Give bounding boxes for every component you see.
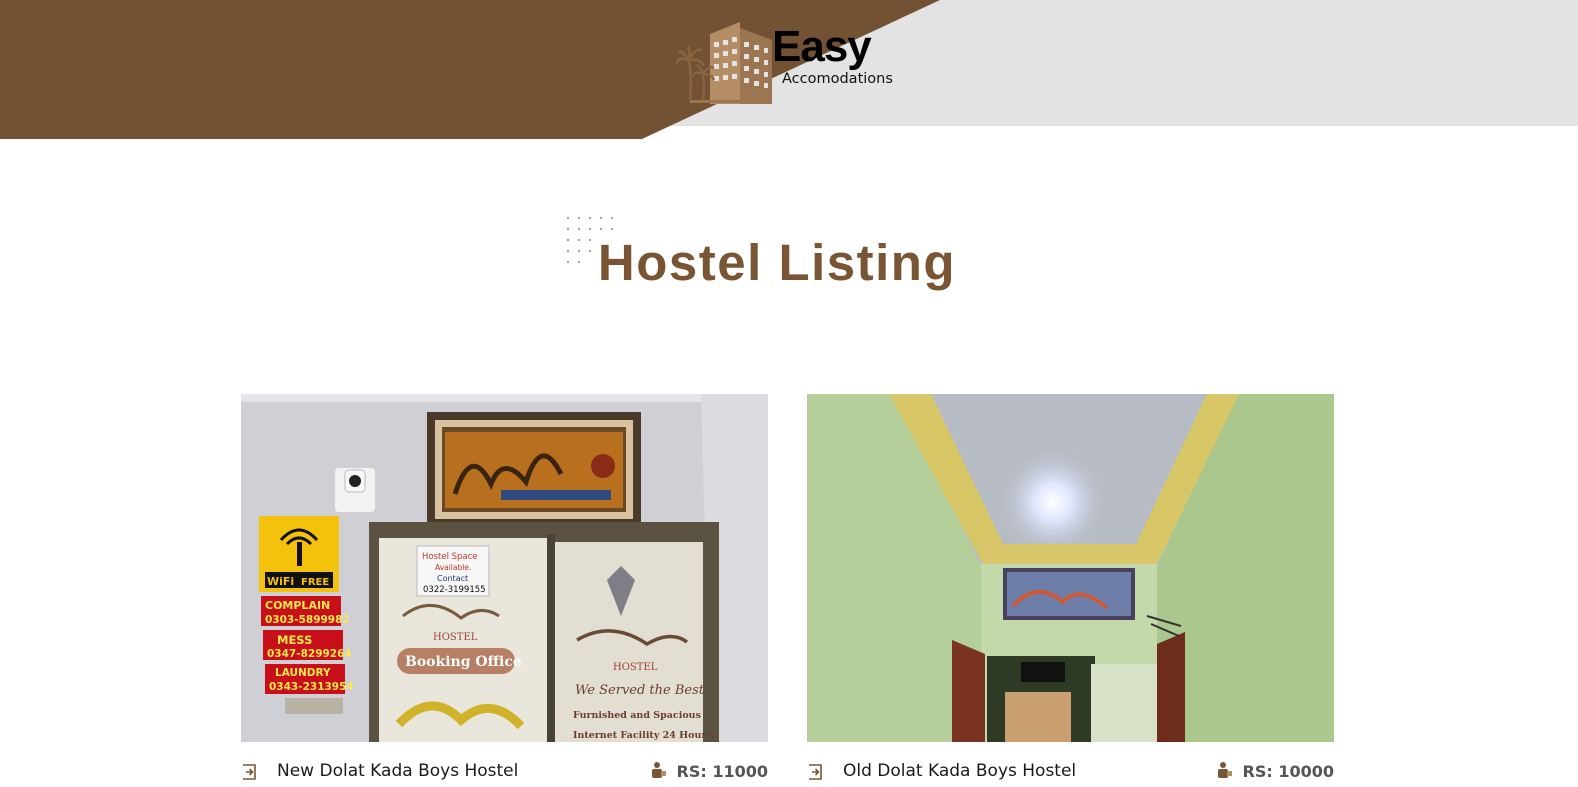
price-tag-icon: [1218, 762, 1232, 778]
wifi-free-text: FREE: [301, 577, 329, 588]
laundry-sign-phone: 0343-2313954: [269, 681, 354, 693]
complain-sign-phone: 0303-5899982: [265, 614, 350, 626]
listing-photo[interactable]: WiFi FREE COMPLAIN 0303-5899982 MESS 034…: [241, 394, 768, 742]
price-tag-icon: [652, 762, 666, 778]
notice-line-3: Contact: [437, 574, 468, 583]
listing-card[interactable]: Old Dolat Kada Boys Hostel RS: 10000: [807, 394, 1334, 781]
listing-price: RS: 10000: [1242, 762, 1334, 781]
mess-sign-phone: 0347-8299264: [267, 648, 352, 660]
page-title-text: Hostel Listing: [597, 234, 957, 291]
listing-card[interactable]: WiFi FREE COMPLAIN 0303-5899982 MESS 034…: [241, 394, 768, 781]
sign-in-icon: [809, 764, 822, 780]
wifi-sign-text: WiFi: [267, 575, 294, 588]
left-hostel-word: HOSTEL: [433, 632, 478, 643]
listing-title-link[interactable]: New Dolat Kada Boys Hostel: [277, 761, 518, 781]
logo-wordmark: Easy: [772, 22, 872, 71]
notice-line-1: Hostel Space: [422, 552, 478, 562]
site-header: Easy Accomodations: [0, 0, 1578, 140]
notice-line-2: Available.: [435, 563, 471, 572]
hostel-corridor-photo: [807, 394, 1334, 742]
mess-sign-title: MESS: [277, 633, 312, 647]
complain-sign-title: COMPLAIN: [265, 599, 330, 612]
slogan-text: We Served the Best: [575, 683, 705, 698]
feature-2: Internet Facility 24 Hour's: [573, 730, 715, 741]
listing-photo[interactable]: [807, 394, 1334, 742]
listing-price: RS: 11000: [676, 762, 768, 781]
page-title: Hostel Listing: [0, 233, 1578, 292]
logo-tagline: Accomodations: [782, 71, 893, 87]
listing-meta: Old Dolat Kada Boys Hostel RS: 10000: [807, 761, 1334, 787]
sign-in-icon: [243, 764, 256, 780]
laundry-sign-title: LAUNDRY: [275, 667, 331, 679]
listing-title-link[interactable]: Old Dolat Kada Boys Hostel: [843, 761, 1076, 781]
booking-office-text: Booking Office: [405, 654, 522, 670]
feature-1: Furnished and Spacious: [573, 710, 701, 721]
building-palm-logo-icon: [676, 22, 772, 104]
listing-meta: New Dolat Kada Boys Hostel RS: 11000: [241, 761, 768, 787]
site-logo[interactable]: Easy Accomodations: [676, 20, 906, 106]
right-hostel-word: HOSTEL: [613, 662, 658, 673]
notice-line-4: 0322-3199155: [423, 585, 486, 595]
hostel-entrance-photo: WiFi FREE COMPLAIN 0303-5899982 MESS 034…: [241, 394, 768, 742]
